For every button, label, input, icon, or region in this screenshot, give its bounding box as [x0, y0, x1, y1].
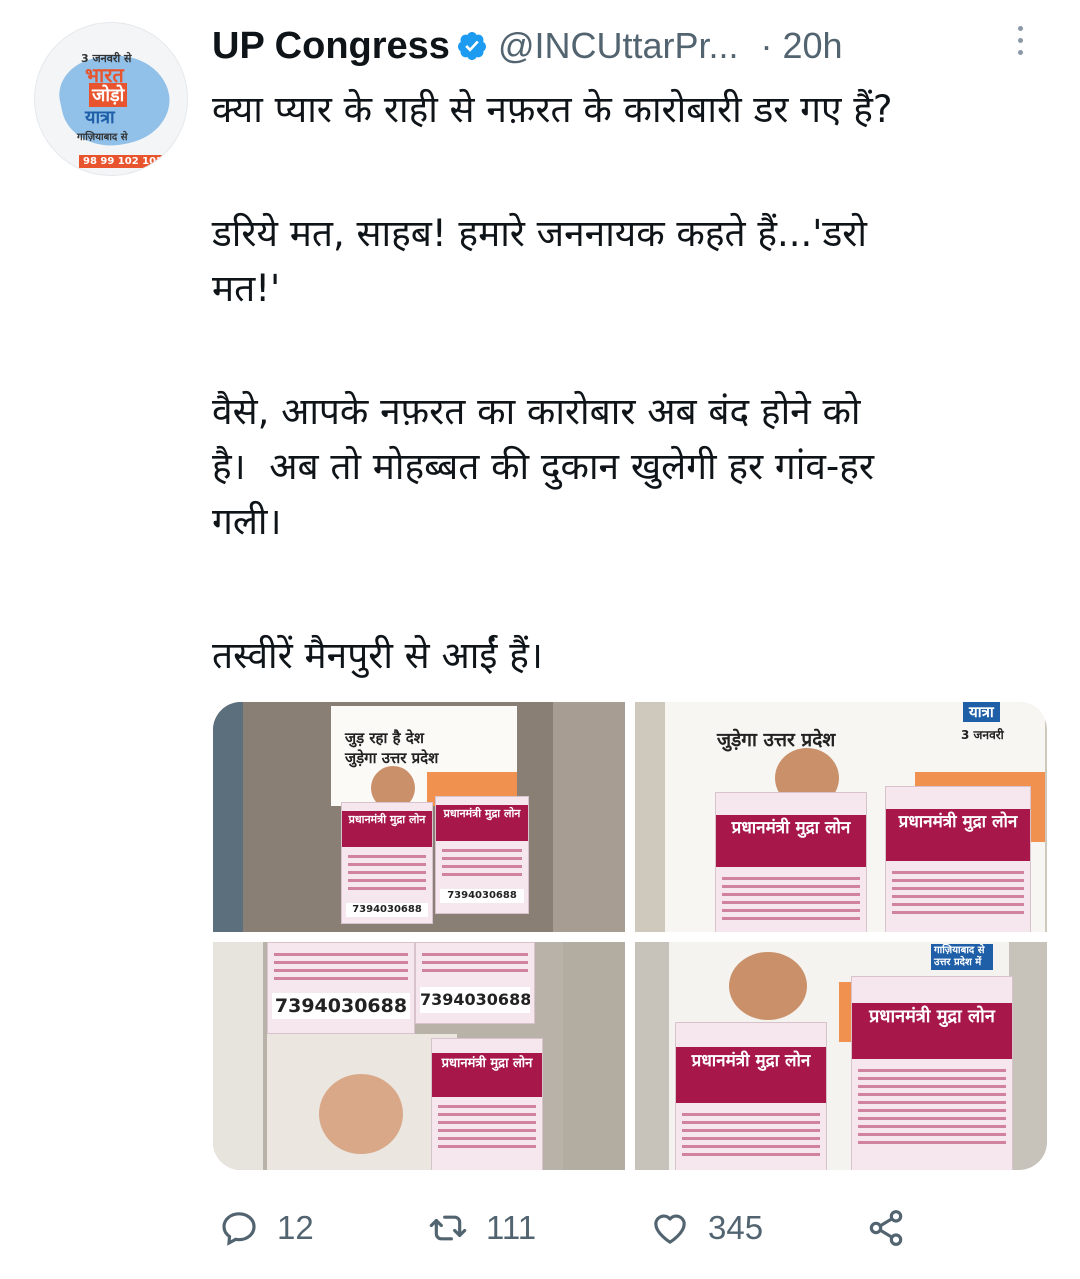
- share-icon: [869, 1210, 903, 1246]
- tweet-paragraph: वैसे, आपके नफ़रत का कारोबार अब बंद होने …: [212, 390, 875, 543]
- share-button[interactable]: [866, 1206, 906, 1250]
- tweet-paragraph: तस्वीरें मैनपुरी से आईं हैं।: [212, 634, 543, 677]
- author-handle[interactable]: @INCUttarPr...: [498, 25, 739, 67]
- avatar-text: गाज़ियाबाद से: [77, 132, 128, 143]
- poster: प्रधानमंत्री मुद्रा लोन: [851, 976, 1013, 1170]
- poster-title: प्रधानमंत्री मुद्रा लोन: [342, 811, 432, 847]
- poster: प्रधानमंत्री मुद्रा लोन 7394030688: [435, 796, 529, 914]
- banner-text: जुड़ रहा है देश: [345, 729, 424, 747]
- poster-phone: 7394030688: [346, 903, 428, 917]
- tweet-paragraph: क्या प्यार के राही से नफ़रत के कारोबारी …: [212, 88, 893, 131]
- poster: प्रधानमंत्री मुद्रा लोन: [715, 792, 867, 932]
- retweet-icon: [429, 1215, 467, 1241]
- photo-1[interactable]: जुड़ रहा है देश जुड़ेगा उत्तर प्रदेश प्र…: [213, 702, 625, 932]
- more-icon[interactable]: [1016, 26, 1026, 62]
- reply-count: 12: [277, 1209, 314, 1246]
- poster: प्रधानमंत्री मुद्रा लोन: [885, 786, 1031, 932]
- tweet-paragraph: डरिये मत, साहब! हमारे जननायक कहते हैं...…: [212, 212, 867, 310]
- poster: 7394030688: [267, 942, 415, 1034]
- poster: प्रधानमंत्री मुद्रा लोन 7394030688: [341, 802, 433, 924]
- tweet-time[interactable]: 20h: [783, 25, 843, 67]
- poster-title: प्रधानमंत्री मुद्रा लोन: [432, 1053, 542, 1097]
- poster-phone: 7394030688: [420, 987, 530, 1013]
- poster-phone: 7394030688: [272, 993, 410, 1019]
- poster-title: प्रधानमंत्री मुद्रा लोन: [716, 815, 866, 867]
- banner-tag: यात्रा: [963, 702, 1000, 722]
- retweet-button[interactable]: 111: [428, 1206, 536, 1250]
- poster: प्रधानमंत्री मुद्रा लोन: [675, 1022, 827, 1170]
- banner-date: 3 जनवरी: [961, 728, 1004, 742]
- photo-4[interactable]: गाज़ियाबाद से उत्तर प्रदेश में प्रधानमंत…: [635, 942, 1047, 1170]
- poster: प्रधानमंत्री मुद्रा लोन: [431, 1038, 543, 1170]
- like-icon: [654, 1214, 686, 1244]
- retweet-count: 111: [486, 1209, 537, 1246]
- separator-dot: ·: [760, 25, 773, 66]
- verified-badge-icon: [457, 32, 486, 60]
- poster-title: प्रधानमंत्री मुद्रा लोन: [676, 1047, 826, 1103]
- banner-tag: गाज़ियाबाद से उत्तर प्रदेश में: [931, 944, 993, 970]
- poster-title: प्रधानमंत्री मुद्रा लोन: [436, 805, 528, 841]
- banner-text: जुड़ेगा उत्तर प्रदेश: [345, 749, 439, 767]
- photo-2[interactable]: जुड़ेगा उत्तर प्रदेश यात्रा 3 जनवरी प्रध…: [635, 702, 1047, 932]
- avatar-text: जोड़ो: [89, 83, 128, 107]
- media-grid: जुड़ रहा है देश जुड़ेगा उत्तर प्रदेश प्र…: [213, 702, 1047, 1170]
- poster-title: प्रधानमंत्री मुद्रा लोन: [852, 1003, 1012, 1059]
- poster: 7394030688: [415, 942, 535, 1024]
- author-name[interactable]: UP Congress: [212, 25, 450, 68]
- photo-3[interactable]: 7394030688 7394030688 प्रधानमंत्री मुद्र…: [213, 942, 625, 1170]
- poster-phone: 7394030688: [440, 889, 524, 903]
- like-button[interactable]: 345: [650, 1206, 763, 1250]
- avatar-text: यात्रा: [85, 107, 115, 128]
- poster-title: प्रधानमंत्री मुद्रा लोन: [886, 809, 1030, 861]
- avatar[interactable]: 3 जनवरी से भारत जोड़ो यात्रा गाज़ियाबाद …: [34, 22, 188, 176]
- reply-button[interactable]: 12: [219, 1206, 314, 1250]
- tweet-header: UP Congress @INCUttarPr... · 20h: [212, 24, 843, 68]
- like-count: 345: [708, 1209, 764, 1246]
- reply-icon: [222, 1212, 256, 1246]
- avatar-phone: 98 99 102 102: [79, 155, 168, 168]
- banner-text: जुड़ेगा उत्तर प्रदेश: [717, 729, 836, 751]
